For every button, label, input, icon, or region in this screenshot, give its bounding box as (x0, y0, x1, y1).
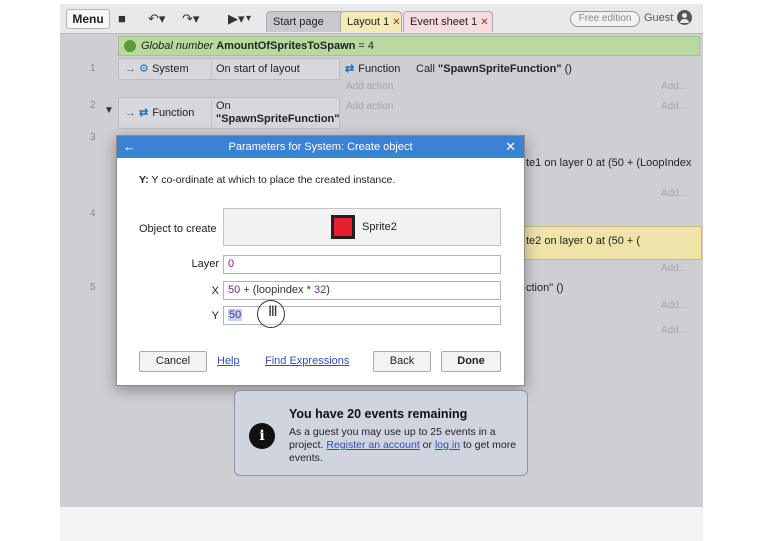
parameters-dialog: ← Parameters for System: Create object ✕… (116, 135, 525, 386)
add-link[interactable]: Add... (661, 78, 687, 96)
action-text: Call "SpawnSpriteFunction" () (416, 63, 572, 75)
add-action-link[interactable]: Add action (346, 78, 393, 96)
notice-body: As a guest you may use up to 25 events i… (289, 426, 517, 464)
x-input[interactable]: 50 + (loopindex * 32) (223, 281, 501, 300)
tab-label: Start page (273, 16, 324, 28)
tab-event-sheet-1[interactable]: Event sheet 1 ✕ (403, 11, 493, 32)
action-object: Function (358, 63, 401, 75)
arrow-icon: → (125, 107, 136, 119)
register-link[interactable]: Register an account (326, 439, 419, 451)
undo-icon[interactable]: ↶▾ (148, 10, 165, 28)
object-name: Sprite2 (362, 221, 397, 233)
add-link[interactable]: Add... (661, 185, 687, 203)
layer-label: Layer (191, 258, 219, 270)
back-button[interactable]: Back (373, 351, 431, 372)
condition-object: ⚙ System (139, 63, 189, 75)
event-number: 4 (90, 208, 96, 219)
back-arrow-icon[interactable]: ← (123, 136, 136, 158)
add-action-link[interactable]: Add action (346, 98, 393, 116)
action-text: te2 on layer 0 at (50 + ( (526, 235, 641, 247)
add-link[interactable]: Add... (661, 98, 687, 116)
dialog-title: Parameters for System: Create object (228, 141, 413, 153)
chevron-down-icon[interactable]: ▾ (246, 10, 251, 28)
condition-text: On start of layout (211, 59, 341, 79)
events-remaining-notice: i You have 20 events remaining As a gues… (234, 390, 528, 476)
notice-title: You have 20 events remaining (289, 407, 468, 421)
close-icon[interactable]: ✕ (392, 17, 400, 28)
globe-icon (124, 40, 136, 52)
redo-icon[interactable]: ↷▾ (182, 10, 199, 28)
global-value: = 4 (358, 40, 375, 52)
event-number: 2 (90, 100, 96, 111)
help-link[interactable]: Help (217, 355, 240, 367)
sprite-icon (331, 215, 355, 239)
condition-object: ⇄ Function (139, 107, 195, 119)
x-label: X (211, 285, 219, 297)
event-1-action[interactable]: ⇄ Function Call "SpawnSpriteFunction" () (345, 60, 701, 79)
event-4-action-selected[interactable]: te2 on layer 0 at (50 + ( (520, 226, 702, 260)
construct-editor-window: Menu ■ ↶▾ ↷▾ ▶▾ ▾ Start page Layout 1 ✕ E… (60, 4, 703, 541)
global-variable-row[interactable]: Global number AmountOfSpritesToSpawn = 4 (118, 36, 700, 56)
edition-badge[interactable]: Free edition (570, 11, 640, 27)
function-icon: ⇄ (139, 107, 149, 119)
tab-label: Layout 1 (347, 16, 390, 28)
global-name: AmountOfSpritesToSpawn (216, 40, 356, 52)
gear-icon: ⚙ (139, 63, 149, 75)
layer-input[interactable]: 0 (223, 255, 501, 274)
tab-start-page[interactable]: Start page (266, 11, 344, 32)
done-button[interactable]: Done (441, 351, 501, 372)
close-icon[interactable]: ✕ (505, 136, 516, 158)
object-picker-button[interactable]: Sprite2 (223, 208, 501, 246)
bottom-panel (60, 507, 703, 541)
save-icon[interactable]: ■ (118, 10, 126, 28)
global-prefix: Global number (141, 40, 214, 52)
info-icon: i (249, 423, 275, 449)
action-text: te1 on layer 0 at (50 + (LoopIndex (526, 157, 692, 169)
add-link[interactable]: Add... (661, 297, 687, 315)
text-cursor-icon: Ⅲ (268, 304, 278, 320)
event-number: 1 (90, 63, 96, 74)
play-icon[interactable]: ▶▾ (228, 10, 245, 28)
event-1-condition[interactable]: → ⚙ System On start of layout (118, 58, 340, 80)
login-link[interactable]: log in (435, 439, 460, 451)
add-link[interactable]: Add... (661, 260, 687, 278)
object-to-create-label: Object to create (139, 223, 217, 235)
tab-layout-1[interactable]: Layout 1 ✕ (340, 11, 402, 32)
dialog-title-bar: ← Parameters for System: Create object ✕ (117, 136, 524, 158)
find-expressions-link[interactable]: Find Expressions (265, 355, 349, 367)
parameter-description: Y: Y co-ordinate at which to place the c… (139, 174, 396, 186)
user-icon[interactable] (677, 10, 692, 25)
event-5-action[interactable]: ction" () (526, 279, 702, 298)
condition-text: On "SpawnSpriteFunction" (211, 100, 341, 128)
y-label: Y (211, 310, 219, 322)
close-icon[interactable]: ✕ (480, 17, 488, 28)
tab-label: Event sheet 1 (410, 16, 478, 28)
user-label[interactable]: Guest (644, 12, 673, 24)
chevron-down-icon[interactable]: ▼ (104, 105, 114, 116)
arrow-icon: → (125, 63, 136, 75)
event-3-action[interactable]: te1 on layer 0 at (50 + (LoopIndex (526, 154, 702, 173)
function-icon: ⇄ (345, 63, 355, 75)
add-link[interactable]: Add... (661, 322, 687, 340)
action-text: ction" () (526, 282, 564, 294)
menu-button[interactable]: Menu (66, 9, 110, 29)
event-number: 5 (90, 282, 96, 293)
toolbar: Menu ■ ↶▾ ↷▾ ▶▾ ▾ Start page Layout 1 ✕ E… (60, 4, 703, 34)
event-number: 3 (90, 132, 96, 143)
cancel-button[interactable]: Cancel (139, 351, 207, 372)
event-2-condition[interactable]: → ⇄ Function On "SpawnSpriteFunction" (118, 97, 340, 129)
